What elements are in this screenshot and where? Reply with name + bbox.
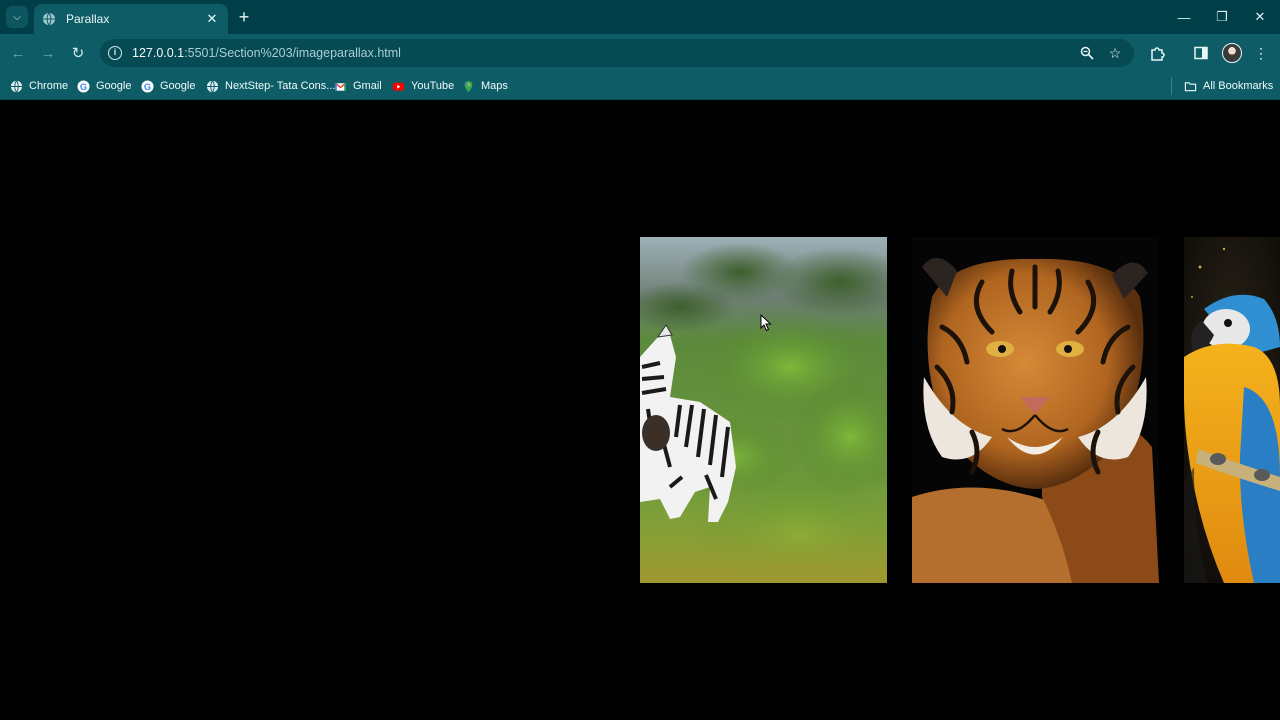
url-text[interactable]: 127.0.0.1:5501/Section%203/imageparallax… — [132, 46, 401, 60]
tab-search-button[interactable]: ⌵ — [6, 6, 28, 28]
google-icon: G — [141, 79, 154, 93]
toolbar: ← → ↻ i 127.0.0.1:5501/Section%203/image… — [0, 34, 1280, 72]
bookmark-label: Gmail — [353, 80, 382, 92]
bookmark-google-2[interactable]: G Google — [141, 77, 195, 95]
bookmark-label: YouTube — [411, 80, 455, 92]
bookmark-star-icon[interactable]: ☆ — [1106, 44, 1124, 62]
folder-icon — [1184, 81, 1197, 91]
zoom-icon[interactable] — [1078, 44, 1096, 62]
profile-avatar[interactable] — [1222, 43, 1242, 63]
reload-button[interactable]: ↻ — [67, 42, 89, 64]
youtube-icon — [392, 82, 405, 91]
bookmark-label: Google — [160, 80, 196, 92]
back-button[interactable]: ← — [7, 42, 29, 64]
address-bar[interactable]: i 127.0.0.1:5501/Section%203/imageparall… — [100, 39, 1134, 67]
globe-icon — [206, 80, 219, 92]
restore-button[interactable]: ❐ — [1208, 4, 1236, 30]
minimize-button[interactable]: — — [1170, 4, 1198, 30]
globe-icon — [43, 12, 55, 26]
url-path: :5501/Section%203/imageparallax.html — [184, 46, 401, 60]
bookmark-label: NextStep- Tata Cons... — [225, 80, 336, 92]
forward-button[interactable]: → — [37, 42, 59, 64]
tab-title: Parallax — [66, 12, 110, 26]
extensions-icon[interactable] — [1146, 42, 1168, 64]
zebra-image — [640, 237, 887, 583]
site-info-icon[interactable]: i — [108, 46, 122, 60]
bookmark-youtube[interactable]: YouTube — [392, 77, 454, 95]
svg-text:G: G — [144, 81, 151, 91]
bookmarks-separator — [1171, 77, 1172, 95]
bookmark-google-1[interactable]: G Google — [77, 77, 131, 95]
bookmark-nextstep[interactable]: NextStep- Tata Cons... — [206, 77, 335, 95]
title-bar: ⌵ Parallax ✕ + — ❐ ✕ — [0, 0, 1280, 34]
parrot-image — [1184, 237, 1280, 583]
bookmark-label: Maps — [481, 80, 508, 92]
svg-text:G: G — [80, 81, 87, 91]
bookmark-chrome[interactable]: Chrome — [10, 77, 68, 95]
menu-icon[interactable]: ⋮ — [1250, 42, 1272, 64]
all-bookmarks[interactable]: All Bookmarks — [1184, 77, 1273, 95]
close-tab-icon[interactable]: ✕ — [204, 11, 220, 27]
tab-parallax[interactable]: Parallax ✕ — [34, 4, 228, 34]
mouse-cursor — [760, 314, 772, 332]
google-icon: G — [77, 79, 90, 93]
globe-icon — [10, 80, 23, 92]
url-host: 127.0.0.1 — [132, 46, 185, 60]
chevron-down-icon: ⌵ — [13, 11, 21, 23]
bookmark-gmail[interactable]: Gmail — [334, 77, 382, 95]
side-panel-icon[interactable] — [1190, 42, 1212, 64]
page-viewport[interactable] — [0, 101, 1280, 720]
bookmark-label: Google — [96, 80, 132, 92]
close-window-button[interactable]: ✕ — [1246, 4, 1274, 30]
maps-icon — [464, 80, 473, 92]
tiger-image — [912, 237, 1159, 583]
new-tab-button[interactable]: + — [234, 6, 254, 28]
gmail-icon — [334, 82, 347, 91]
bookmark-maps[interactable]: Maps — [462, 77, 508, 95]
all-bookmarks-label: All Bookmarks — [1203, 80, 1274, 92]
bookmarks-bar: Chrome G Google G Google NextStep- Tata … — [0, 72, 1280, 100]
bookmark-label: Chrome — [29, 80, 69, 92]
